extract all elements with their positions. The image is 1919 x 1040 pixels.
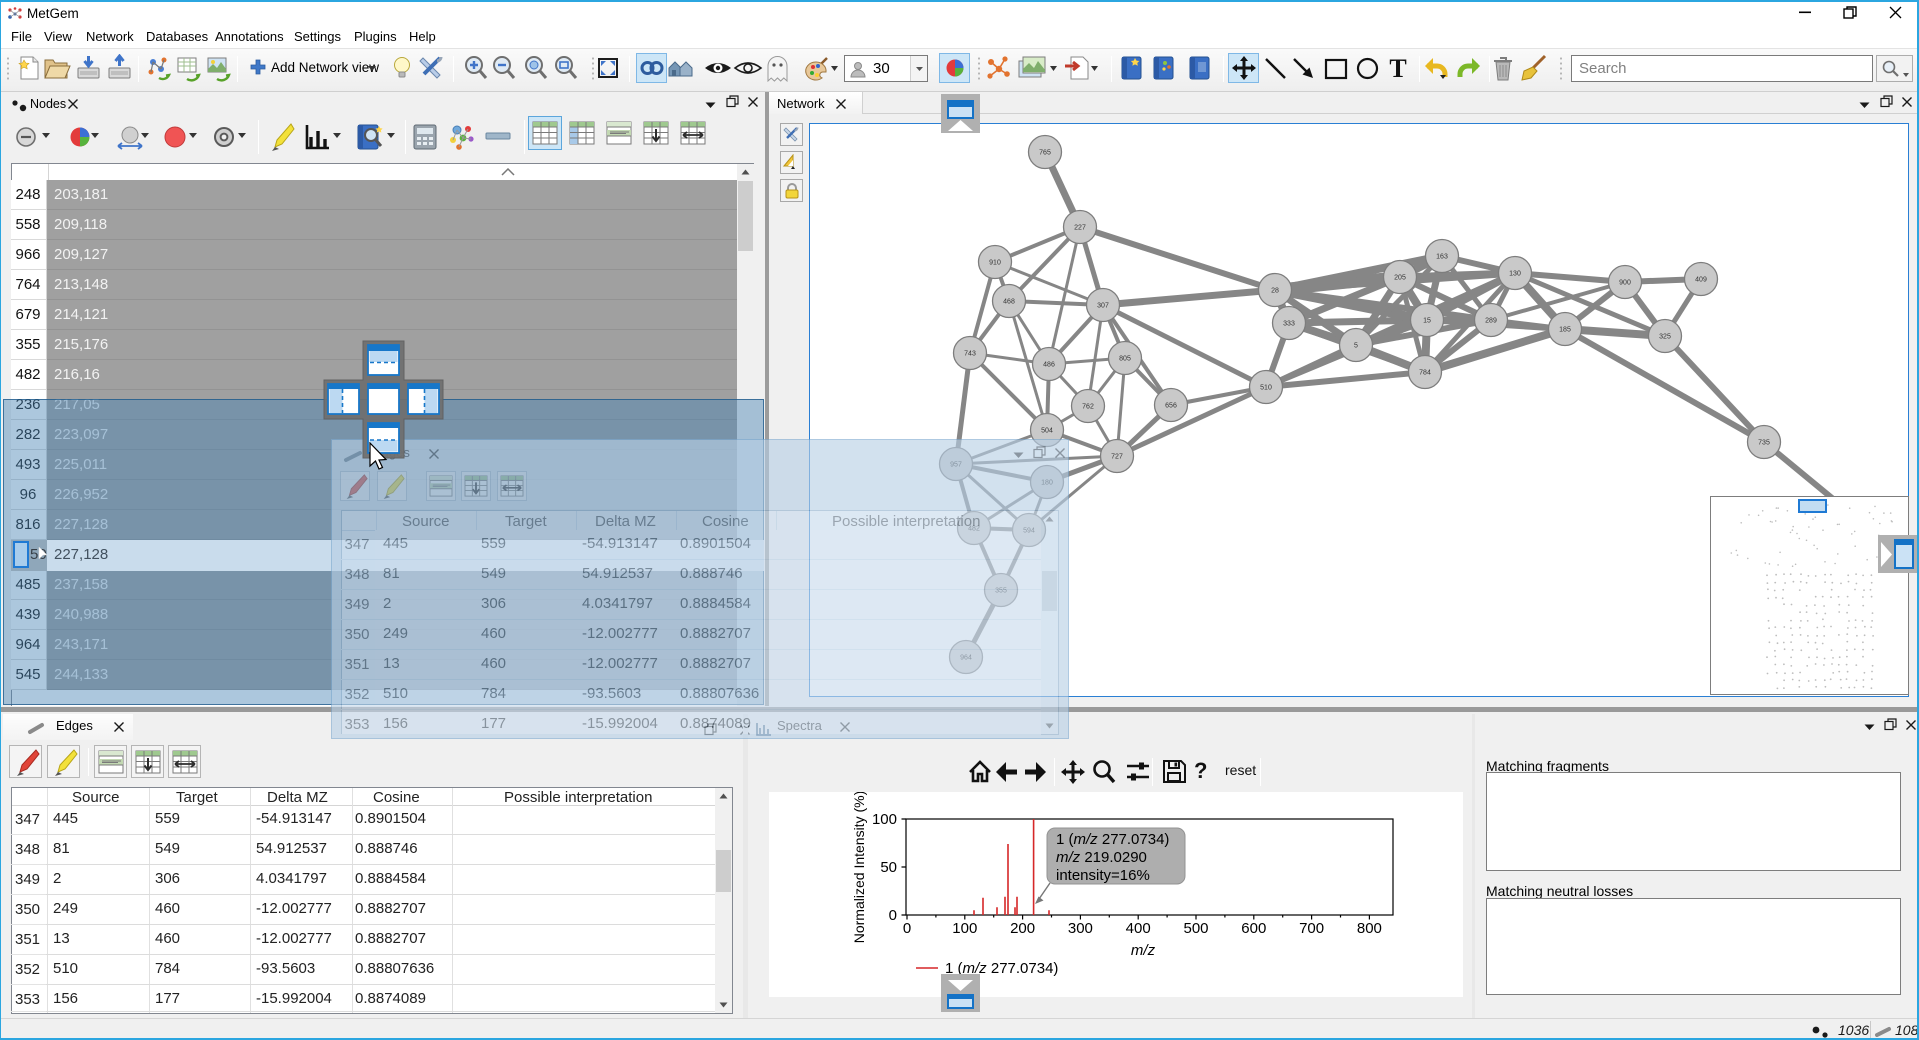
svg-text:Normalized Intensity (%): Normalized Intensity (%) — [851, 792, 867, 943]
svg-text:m/z 219.0290: m/z 219.0290 — [1056, 849, 1147, 866]
svg-text:0: 0 — [889, 907, 897, 924]
svg-text:504: 504 — [1041, 428, 1053, 435]
svg-text:500: 500 — [1183, 920, 1208, 937]
svg-text:227: 227 — [1074, 225, 1086, 232]
svg-text:0: 0 — [903, 920, 911, 937]
svg-text:28: 28 — [1271, 288, 1279, 295]
svg-text:333: 333 — [1283, 321, 1295, 328]
svg-text:600: 600 — [1241, 920, 1266, 937]
svg-text:805: 805 — [1119, 356, 1131, 363]
svg-text:m/z: m/z — [1131, 942, 1156, 959]
svg-text:510: 510 — [1260, 385, 1272, 392]
svg-text:200: 200 — [1010, 920, 1035, 937]
svg-text:727: 727 — [1111, 454, 1123, 461]
svg-text:468: 468 — [1003, 299, 1015, 306]
svg-text:50: 50 — [880, 859, 897, 876]
svg-text:765: 765 — [1039, 150, 1051, 157]
svg-text:100: 100 — [952, 920, 977, 937]
svg-text:130: 130 — [1509, 271, 1521, 278]
svg-text:300: 300 — [1068, 920, 1093, 937]
svg-text:735: 735 — [1758, 440, 1770, 447]
svg-text:163: 163 — [1436, 254, 1448, 261]
svg-text:307: 307 — [1097, 303, 1109, 310]
svg-text:185: 185 — [1559, 327, 1571, 334]
svg-text:1 (m/z 277.0734): 1 (m/z 277.0734) — [1056, 831, 1169, 848]
svg-text:486: 486 — [1043, 362, 1055, 369]
svg-text:intensity=16%: intensity=16% — [1056, 867, 1150, 884]
svg-text:400: 400 — [1126, 920, 1151, 937]
svg-text:743: 743 — [964, 351, 976, 358]
svg-text:15: 15 — [1423, 318, 1431, 325]
svg-text:325: 325 — [1659, 334, 1671, 341]
svg-text:784: 784 — [1419, 370, 1431, 377]
svg-text:205: 205 — [1394, 275, 1406, 282]
svg-text:409: 409 — [1695, 277, 1707, 284]
svg-text:5: 5 — [1354, 343, 1358, 350]
svg-text:700: 700 — [1299, 920, 1324, 937]
svg-text:656: 656 — [1165, 403, 1177, 410]
svg-text:100: 100 — [872, 811, 897, 828]
svg-text:910: 910 — [989, 260, 1001, 267]
svg-text:762: 762 — [1082, 404, 1094, 411]
svg-text:289: 289 — [1485, 318, 1497, 325]
svg-text:900: 900 — [1619, 280, 1631, 287]
svg-text:800: 800 — [1357, 920, 1382, 937]
